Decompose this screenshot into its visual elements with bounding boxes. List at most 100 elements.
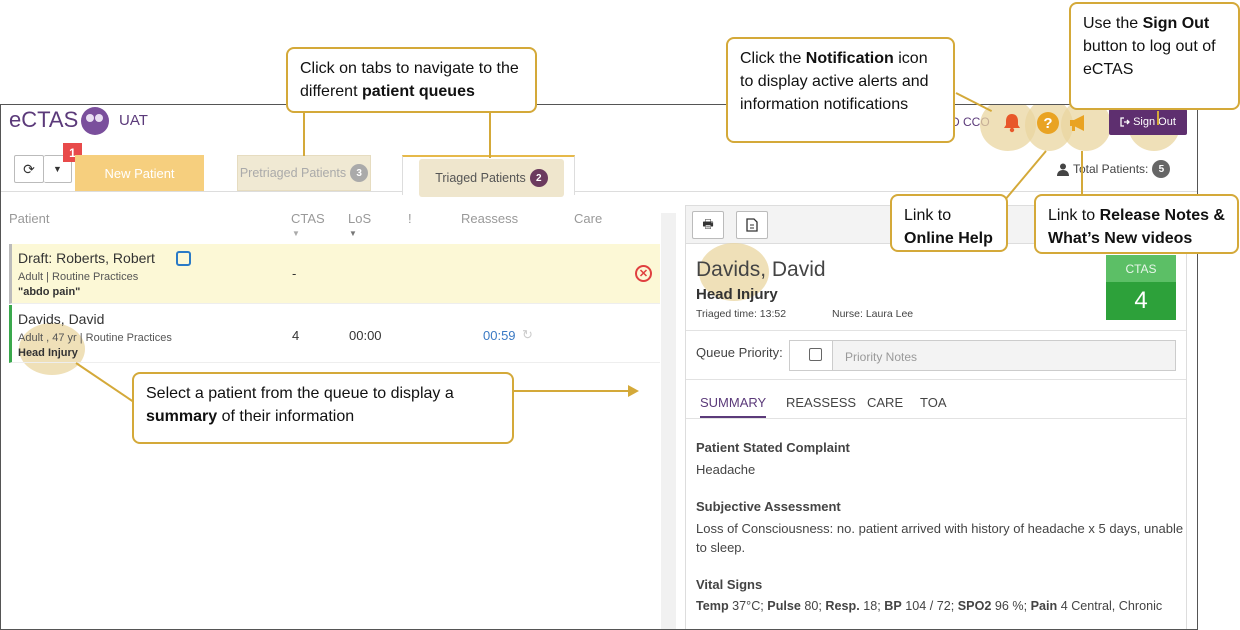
- toolbar-divider: [1, 191, 1197, 192]
- ctas-level: 4: [1106, 282, 1176, 320]
- callout-bold: Sign Out: [1142, 15, 1210, 32]
- arrow-head-icon: [628, 385, 639, 397]
- ctas-label: CTAS: [1106, 255, 1176, 282]
- column-los[interactable]: LoS: [348, 211, 371, 226]
- column-alert[interactable]: !: [408, 211, 412, 226]
- help-icon[interactable]: ?: [1037, 112, 1059, 134]
- total-patients-label: Total Patients:: [1073, 162, 1149, 176]
- callout-connector: [489, 112, 491, 158]
- sign-out-button[interactable]: Sign Out: [1109, 109, 1187, 135]
- callout-connector: [1157, 111, 1159, 125]
- vital-label: BP: [884, 599, 902, 613]
- vital-value: 104 / 72;: [905, 599, 955, 613]
- tab-toa[interactable]: TOA: [920, 395, 947, 410]
- callout-release-notes: Link to Release Notes & What’s New video…: [1034, 194, 1239, 254]
- queue-priority-checkbox[interactable]: [809, 348, 822, 361]
- table-row[interactable]: Draft: Roberts, Robert Adult | Routine P…: [9, 244, 660, 304]
- callout-bold: Online Help: [904, 230, 993, 247]
- callout-connector: [1081, 151, 1083, 197]
- summary-patient-name: Davids, David: [696, 258, 826, 281]
- column-patient[interactable]: Patient: [9, 211, 49, 226]
- user-icon: [1057, 163, 1069, 176]
- callout-sign-out: Use the Sign Out button to log out of eC…: [1069, 2, 1240, 110]
- section-heading: Subjective Assessment: [696, 499, 841, 514]
- priority-notes-input[interactable]: Priority Notes: [832, 340, 1176, 371]
- tab-triaged-patients[interactable]: Triaged Patients 2: [419, 159, 564, 197]
- tab-count-badge: 3: [350, 164, 369, 182]
- megaphone-icon[interactable]: [1067, 113, 1091, 133]
- vital-label: Resp.: [825, 599, 860, 613]
- callout-text: Link to: [904, 207, 952, 224]
- divider: [686, 379, 1186, 380]
- callout-text: Link to: [1048, 207, 1100, 224]
- nurse-name: Nurse: Laura Lee: [832, 308, 914, 320]
- tab-summary[interactable]: SUMMARY: [700, 395, 767, 418]
- tab-new-patient[interactable]: New Patient: [75, 155, 204, 191]
- los-value: 00:00: [349, 328, 382, 343]
- vital-value: 80;: [804, 599, 822, 613]
- reassess-timer: 00:59: [483, 328, 516, 343]
- section-text: Headache: [696, 462, 756, 477]
- tab-label: Pretriaged Patients: [239, 166, 347, 180]
- vital-label: SPO2: [957, 599, 992, 613]
- total-patients-count: 5: [1152, 160, 1171, 178]
- ctas-value: 4: [292, 328, 300, 343]
- app-logo-text: eCTAS: [9, 107, 79, 132]
- callout-bold: patient queues: [361, 83, 475, 100]
- tab-label: Triaged Patients: [435, 171, 526, 185]
- column-ctas[interactable]: CTAS: [291, 211, 325, 226]
- callout-text: of their information: [217, 408, 355, 425]
- callout-text: Click the: [740, 50, 806, 67]
- callout-text: button to log out of eCTAS: [1083, 38, 1216, 78]
- print-button[interactable]: 🖶: [692, 211, 724, 239]
- patient-details: Adult , 47 yr | Routine Practices: [18, 332, 172, 344]
- patient-complaint: "abdo pain": [18, 286, 81, 298]
- tab-pretriaged-patients[interactable]: Pretriaged Patients 3: [237, 155, 371, 191]
- callout-connector: [303, 112, 305, 156]
- divider: [686, 418, 1186, 419]
- tab-care[interactable]: CARE: [867, 395, 903, 410]
- vital-value: 4 Central, Chronic: [1060, 599, 1163, 613]
- callout-text: Select a patient from the queue to displ…: [146, 385, 454, 402]
- ctas-value: -: [292, 266, 297, 281]
- vital-value: 18;: [863, 599, 881, 613]
- callout-select-patient: Select a patient from the queue to displ…: [132, 372, 514, 444]
- tab-reassess[interactable]: REASSESS: [786, 395, 856, 410]
- sign-out-label: Sign Out: [1133, 116, 1176, 128]
- vital-label: Pain: [1030, 599, 1058, 613]
- section-text: Loss of Consciousness: no. patient arriv…: [696, 521, 1184, 555]
- vital-value: 96 %;: [994, 599, 1028, 613]
- tab-count-badge: 2: [529, 169, 548, 187]
- sort-caret-icon: ▼: [292, 229, 300, 238]
- summary-complaint: Head Injury: [696, 286, 778, 303]
- queue-scrollbar[interactable]: [661, 213, 676, 629]
- callout-online-help: Link to Online Help: [890, 194, 1008, 252]
- column-reassess[interactable]: Reassess: [461, 211, 518, 226]
- vital-label: Pulse: [767, 599, 801, 613]
- refresh-button[interactable]: ⟳: [14, 155, 44, 183]
- column-care[interactable]: Care: [574, 211, 602, 226]
- total-patients: Total Patients: 5: [1057, 160, 1171, 178]
- refresh-icon: ⟳: [23, 160, 35, 177]
- delete-draft-icon[interactable]: ✕: [635, 265, 652, 282]
- bell-icon[interactable]: [1001, 112, 1023, 134]
- vital-label: Temp: [696, 599, 729, 613]
- patient-name: Davids, David: [18, 311, 105, 327]
- patient-name: Draft: Roberts, Robert: [18, 250, 155, 266]
- patient-details: Adult | Routine Practices: [18, 271, 139, 283]
- callout-notification: Click the Notification icon to display a…: [726, 37, 955, 143]
- table-row[interactable]: Davids, David Adult , 47 yr | Routine Pr…: [9, 305, 660, 363]
- vital-signs: Temp 37°C; Pulse 80; Resp. 18; BP 104 / …: [696, 597, 1196, 616]
- section-heading: Patient Stated Complaint: [696, 440, 850, 455]
- sign-out-icon: [1120, 117, 1131, 127]
- callout-bold: summary: [146, 408, 218, 425]
- vital-value: 37°C;: [732, 599, 764, 613]
- export-button[interactable]: [736, 211, 768, 239]
- patient-complaint: Head Injury: [18, 347, 78, 359]
- loading-icon: ↻: [522, 327, 533, 342]
- callout-bold: Notification: [805, 50, 894, 67]
- sort-caret-icon: ▼: [349, 229, 357, 238]
- section-heading: Vital Signs: [696, 577, 763, 592]
- edit-icon[interactable]: [176, 251, 191, 266]
- logo-icon: [81, 107, 109, 135]
